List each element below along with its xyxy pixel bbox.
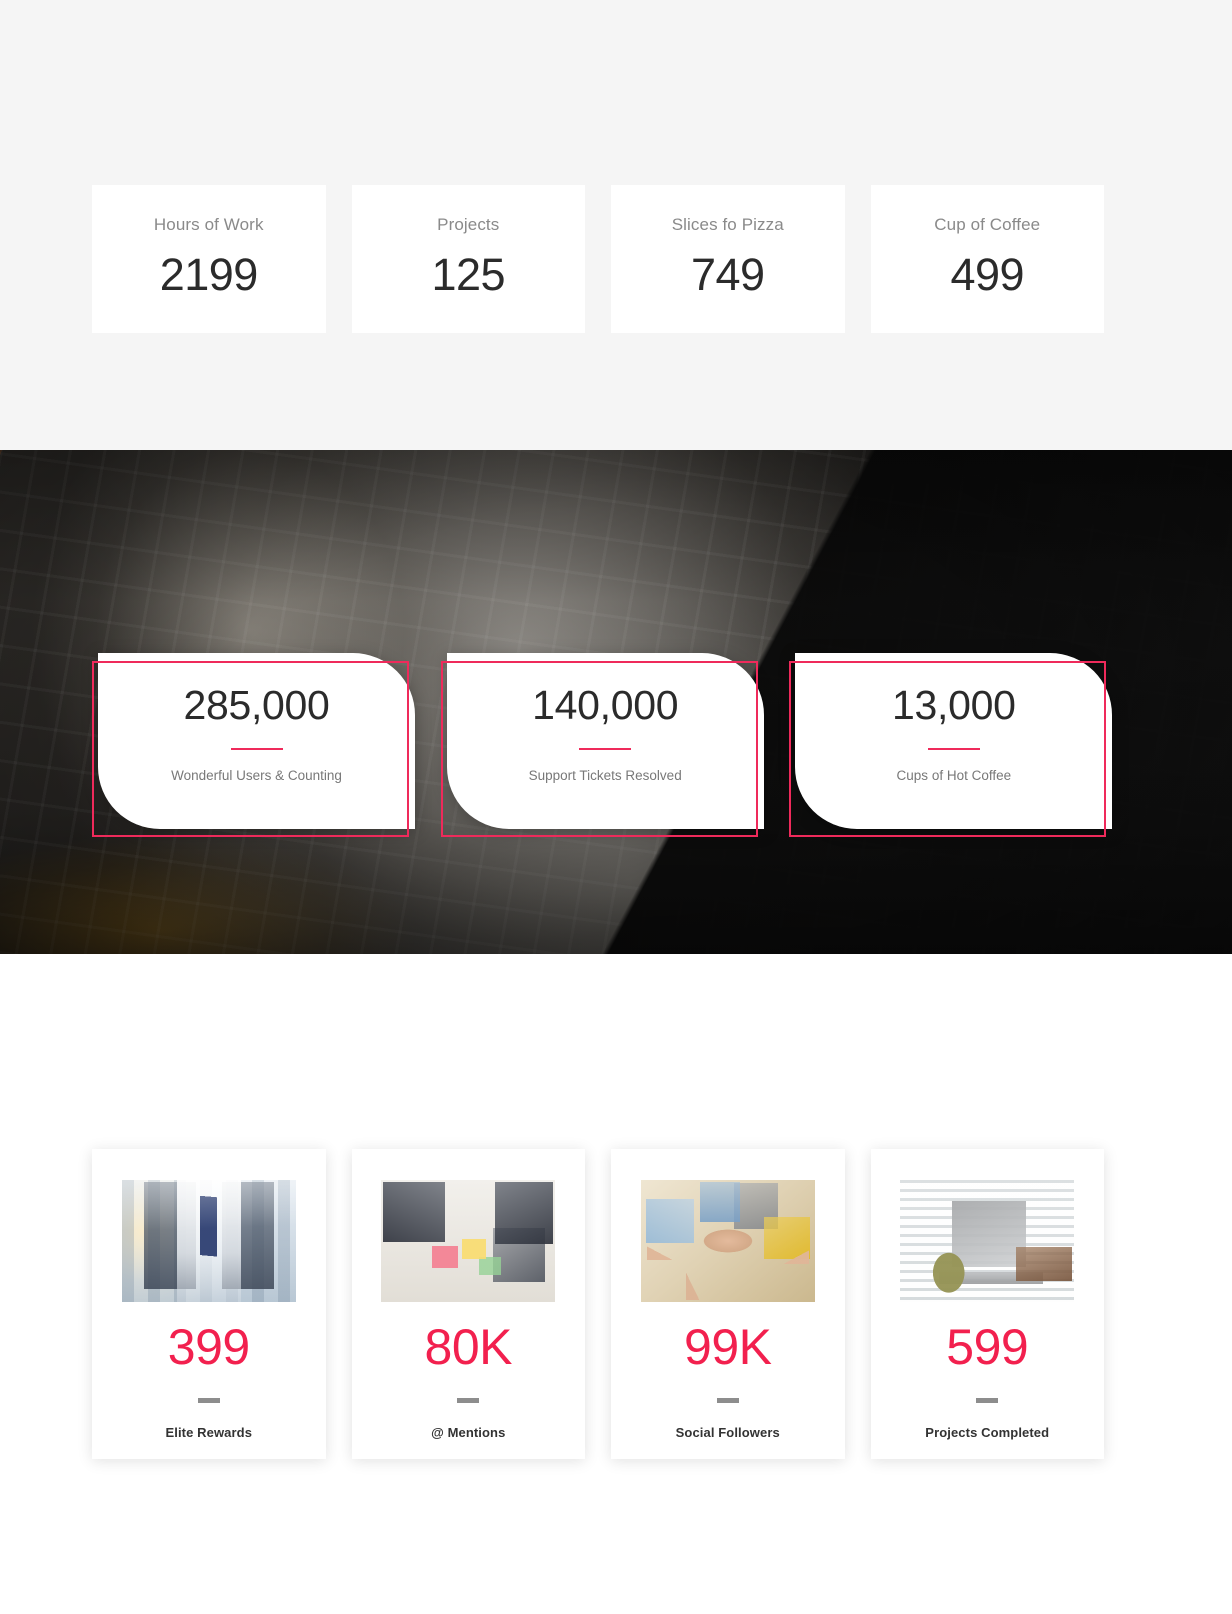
hands-together-teamwork-photo: [640, 1180, 815, 1302]
grey-divider: [716, 1398, 739, 1403]
photo-counters-row: 285,000 Wonderful Users & Counting 140,0…: [92, 653, 1113, 837]
grey-divider: [976, 1398, 999, 1403]
team-meeting-sticky-notes-photo: [381, 1180, 556, 1302]
accent-divider: [927, 748, 980, 750]
stat-card-support-tickets[interactable]: 140,000 Support Tickets Resolved: [440, 653, 764, 837]
stat-caption: Projects: [437, 215, 500, 234]
stat-value: 399: [167, 1319, 250, 1375]
accent-divider: [230, 748, 283, 750]
stat-card-cups-of-hot-coffee[interactable]: 13,000 Cups of Hot Coffee: [789, 653, 1113, 837]
grey-divider: [197, 1398, 220, 1403]
stat-card-elite-rewards[interactable]: 399 Elite Rewards: [92, 1149, 326, 1459]
stat-value: 499: [950, 249, 1025, 300]
stat-card-slices-of-pizza[interactable]: Slices fo Pizza 749: [611, 185, 845, 333]
card-thumbnail: [900, 1180, 1075, 1302]
stat-card-hours-of-work[interactable]: Hours of Work 2199: [92, 185, 326, 333]
stat-value: 125: [431, 249, 506, 300]
card-thumbnail: [121, 1180, 296, 1302]
card-thumbnail: [640, 1180, 815, 1302]
stat-caption: Support Tickets Resolved: [528, 768, 682, 783]
fancy-card-body: 13,000 Cups of Hot Coffee: [795, 653, 1113, 829]
stat-caption: Social Followers: [675, 1425, 780, 1440]
stat-card-social-followers[interactable]: 99K Social Followers: [611, 1149, 845, 1459]
plain-counters-section: Hours of Work 2199 Projects 125 Slices f…: [0, 0, 1232, 450]
stat-value: 13,000: [892, 682, 1016, 728]
stat-value: 749: [690, 249, 765, 300]
stat-caption: Cup of Coffee: [934, 215, 1041, 234]
stat-value: 80K: [424, 1319, 513, 1375]
fancy-card-body: 285,000 Wonderful Users & Counting: [98, 653, 415, 829]
stat-card-wonderful-users[interactable]: 285,000 Wonderful Users & Counting: [92, 653, 415, 837]
card-thumbnail: [381, 1180, 556, 1302]
photo-banner-section: 285,000 Wonderful Users & Counting 140,0…: [0, 450, 1232, 954]
stat-card-cup-of-coffee[interactable]: Cup of Coffee 499: [870, 185, 1104, 333]
stat-caption: Elite Rewards: [165, 1425, 253, 1440]
stat-value: 99K: [684, 1319, 772, 1375]
desk-laptop-coffee-mug-photo: [900, 1180, 1075, 1302]
stat-card-projects-completed[interactable]: 599 Projects Completed: [870, 1149, 1104, 1459]
stat-caption: @ Mentions: [431, 1425, 506, 1440]
stat-caption: Cups of Hot Coffee: [896, 768, 1012, 783]
businessman-city-skyline-photo: [121, 1180, 296, 1302]
fancy-card-body: 140,000 Support Tickets Resolved: [446, 653, 764, 829]
stat-value: 599: [946, 1319, 1029, 1375]
stat-card-mentions[interactable]: 80K @ Mentions: [351, 1149, 585, 1459]
image-counters-row: 399 Elite Rewards 80K @ Mentions 99K Soc…: [92, 1149, 1104, 1459]
stat-card-projects[interactable]: Projects 125: [351, 185, 585, 333]
accent-divider: [579, 748, 632, 750]
stat-caption: Wonderful Users & Counting: [171, 768, 342, 783]
grey-divider: [457, 1398, 480, 1403]
stat-value: 285,000: [183, 682, 330, 728]
stat-caption: Projects Completed: [925, 1425, 1050, 1440]
stat-value: 140,000: [532, 682, 679, 728]
image-counters-section: 399 Elite Rewards 80K @ Mentions 99K Soc…: [0, 954, 1232, 1614]
stat-caption: Hours of Work: [153, 215, 264, 234]
stat-caption: Slices fo Pizza: [671, 215, 784, 234]
plain-counters-row: Hours of Work 2199 Projects 125 Slices f…: [92, 185, 1104, 333]
stat-value: 2199: [159, 249, 259, 300]
